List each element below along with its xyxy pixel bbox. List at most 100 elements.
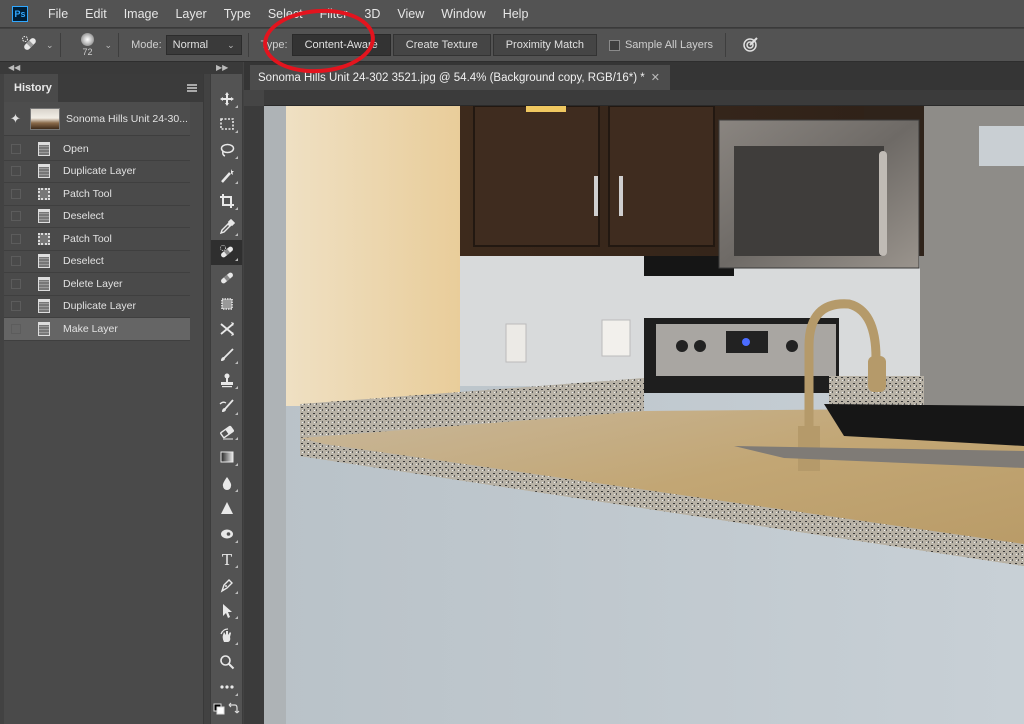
mode-label: Mode: — [131, 39, 162, 51]
panel-collapse-button[interactable]: ◀◀ — [0, 62, 206, 74]
history-brush-source-box[interactable] — [11, 211, 21, 222]
history-item[interactable]: Duplicate Layer — [4, 296, 190, 318]
options-bar: ⌄ 72 ⌄ Mode: Normal ⌄ Type: Content-Awar… — [0, 29, 1024, 62]
eyedropper-tool-icon[interactable] — [211, 214, 242, 240]
menu-image[interactable]: Image — [124, 7, 159, 21]
history-brush-source-box[interactable] — [11, 233, 21, 244]
menu-view[interactable]: View — [397, 7, 424, 21]
history-panel: History ✦ Sonoma Hills Unit 24-30... Ope… — [4, 74, 204, 724]
more-tools-icon[interactable] — [211, 675, 242, 701]
patch-icon — [38, 187, 50, 200]
history-brush-source-box[interactable] — [11, 188, 21, 199]
history-item-label: Patch Tool — [63, 187, 112, 200]
menu-window[interactable]: Window — [441, 7, 485, 21]
eraser-tool-icon[interactable] — [211, 419, 242, 445]
gradient-tool-icon[interactable] — [211, 444, 242, 470]
document-tab-bar: Sonoma Hills Unit 24-302 3521.jpg @ 54.4… — [244, 62, 1024, 90]
patch-tool-icon[interactable] — [211, 291, 242, 317]
sample-all-layers-checkbox[interactable] — [608, 39, 620, 51]
tab-history[interactable]: History — [4, 74, 58, 102]
patch-tool-icon — [20, 34, 40, 57]
move-tool-icon[interactable] — [211, 86, 242, 112]
panel-menu-icon[interactable] — [187, 84, 197, 92]
history-snapshot[interactable]: ✦ Sonoma Hills Unit 24-30... — [4, 102, 190, 136]
history-item[interactable]: Open — [4, 138, 190, 161]
history-item[interactable]: Deselect — [4, 206, 190, 228]
history-brush-source-box[interactable] — [11, 256, 21, 267]
type-proximity-match-button[interactable]: Proximity Match — [492, 34, 597, 56]
brush-picker[interactable]: 72 — [77, 33, 99, 57]
document-icon — [38, 209, 50, 224]
brush-tool-icon[interactable] — [211, 342, 242, 368]
history-brush-source-box[interactable] — [11, 301, 21, 312]
menu-help[interactable]: Help — [503, 7, 529, 21]
svg-text:T: T — [221, 551, 231, 567]
pressure-size-icon[interactable] — [742, 35, 760, 56]
document-icon — [38, 164, 50, 179]
close-icon[interactable]: ✕ — [651, 71, 660, 84]
toolbar-expand-button[interactable]: ▶▶ — [206, 62, 243, 74]
color-swatches[interactable] — [211, 700, 242, 720]
type-tool-icon[interactable]: T — [211, 547, 242, 573]
chevron-down-icon: ⌄ — [227, 39, 235, 50]
marquee-tool-icon[interactable] — [211, 112, 242, 138]
photoshop-window: Ps File Edit Image Layer Type Select Fil… — [0, 0, 1024, 724]
menu-layer[interactable]: Layer — [175, 7, 206, 21]
sharpen-tool-icon[interactable] — [211, 496, 242, 522]
document-tab[interactable]: Sonoma Hills Unit 24-302 3521.jpg @ 54.4… — [250, 65, 670, 90]
history-brush-source-box[interactable] — [11, 278, 21, 289]
ruler-origin[interactable] — [244, 90, 264, 106]
photoshop-logo-icon: Ps — [12, 5, 28, 22]
menu-type[interactable]: Type — [224, 7, 251, 21]
crop-tool-icon[interactable] — [211, 188, 242, 214]
history-item[interactable]: Deselect — [4, 251, 190, 273]
type-label: Type: — [260, 39, 288, 51]
menu-edit[interactable]: Edit — [85, 7, 107, 21]
clone-stamp-tool-icon[interactable] — [211, 368, 242, 394]
canvas-area[interactable] — [244, 90, 1024, 724]
path-selection-tool-icon[interactable] — [211, 598, 242, 624]
menu-file[interactable]: File — [48, 7, 68, 21]
history-item-current[interactable]: Make Layer — [4, 318, 190, 341]
content-aware-move-tool-icon[interactable] — [211, 316, 242, 342]
divider — [118, 33, 120, 57]
type-content-aware-button[interactable]: Content-Aware — [291, 34, 391, 56]
history-brush-source-box[interactable] — [11, 166, 21, 177]
hand-tool-icon[interactable] — [211, 623, 242, 649]
divider — [725, 33, 726, 57]
divider — [59, 33, 61, 57]
history-item-label: Make Layer — [63, 322, 118, 335]
toolbar-grip[interactable] — [211, 74, 242, 86]
history-item-label: Delete Layer — [63, 277, 123, 290]
spot-healing-brush-tool-icon[interactable] — [211, 239, 242, 266]
document-icon — [38, 254, 50, 269]
lasso-tool-icon[interactable] — [211, 137, 242, 163]
magic-wand-tool-icon[interactable] — [211, 163, 242, 189]
history-brush-source-icon[interactable]: ✦ — [10, 111, 26, 127]
menu-select[interactable]: Select — [268, 7, 303, 21]
menu-filter[interactable]: Filter — [320, 7, 348, 21]
blur-tool-icon[interactable] — [211, 470, 242, 496]
tool-preset-picker[interactable]: ⌄ — [20, 34, 54, 57]
healing-brush-tool-icon[interactable] — [211, 265, 242, 291]
history-item[interactable]: Duplicate Layer — [4, 161, 190, 183]
history-item-label: Patch Tool — [63, 232, 112, 245]
dodge-tool-icon[interactable] — [211, 521, 242, 547]
history-item[interactable]: Delete Layer — [4, 273, 190, 296]
document-canvas-image[interactable] — [264, 106, 1024, 724]
default-colors-icon[interactable] — [213, 703, 225, 715]
document-icon — [38, 141, 50, 156]
history-item[interactable]: Patch Tool — [4, 228, 190, 251]
mode-select[interactable]: Normal ⌄ — [165, 35, 242, 55]
zoom-tool-icon[interactable] — [211, 649, 242, 675]
chevron-down-icon[interactable]: ⌄ — [105, 40, 113, 51]
document-icon — [38, 299, 50, 314]
history-item[interactable]: Patch Tool — [4, 183, 190, 206]
menu-3d[interactable]: 3D — [364, 7, 380, 21]
swap-colors-icon[interactable] — [228, 702, 240, 714]
history-brush-source-box[interactable] — [11, 143, 21, 154]
type-create-texture-button[interactable]: Create Texture — [392, 34, 491, 56]
history-brush-source-box[interactable] — [11, 323, 21, 334]
pen-tool-icon[interactable] — [211, 572, 242, 598]
history-brush-tool-icon[interactable] — [211, 393, 242, 419]
